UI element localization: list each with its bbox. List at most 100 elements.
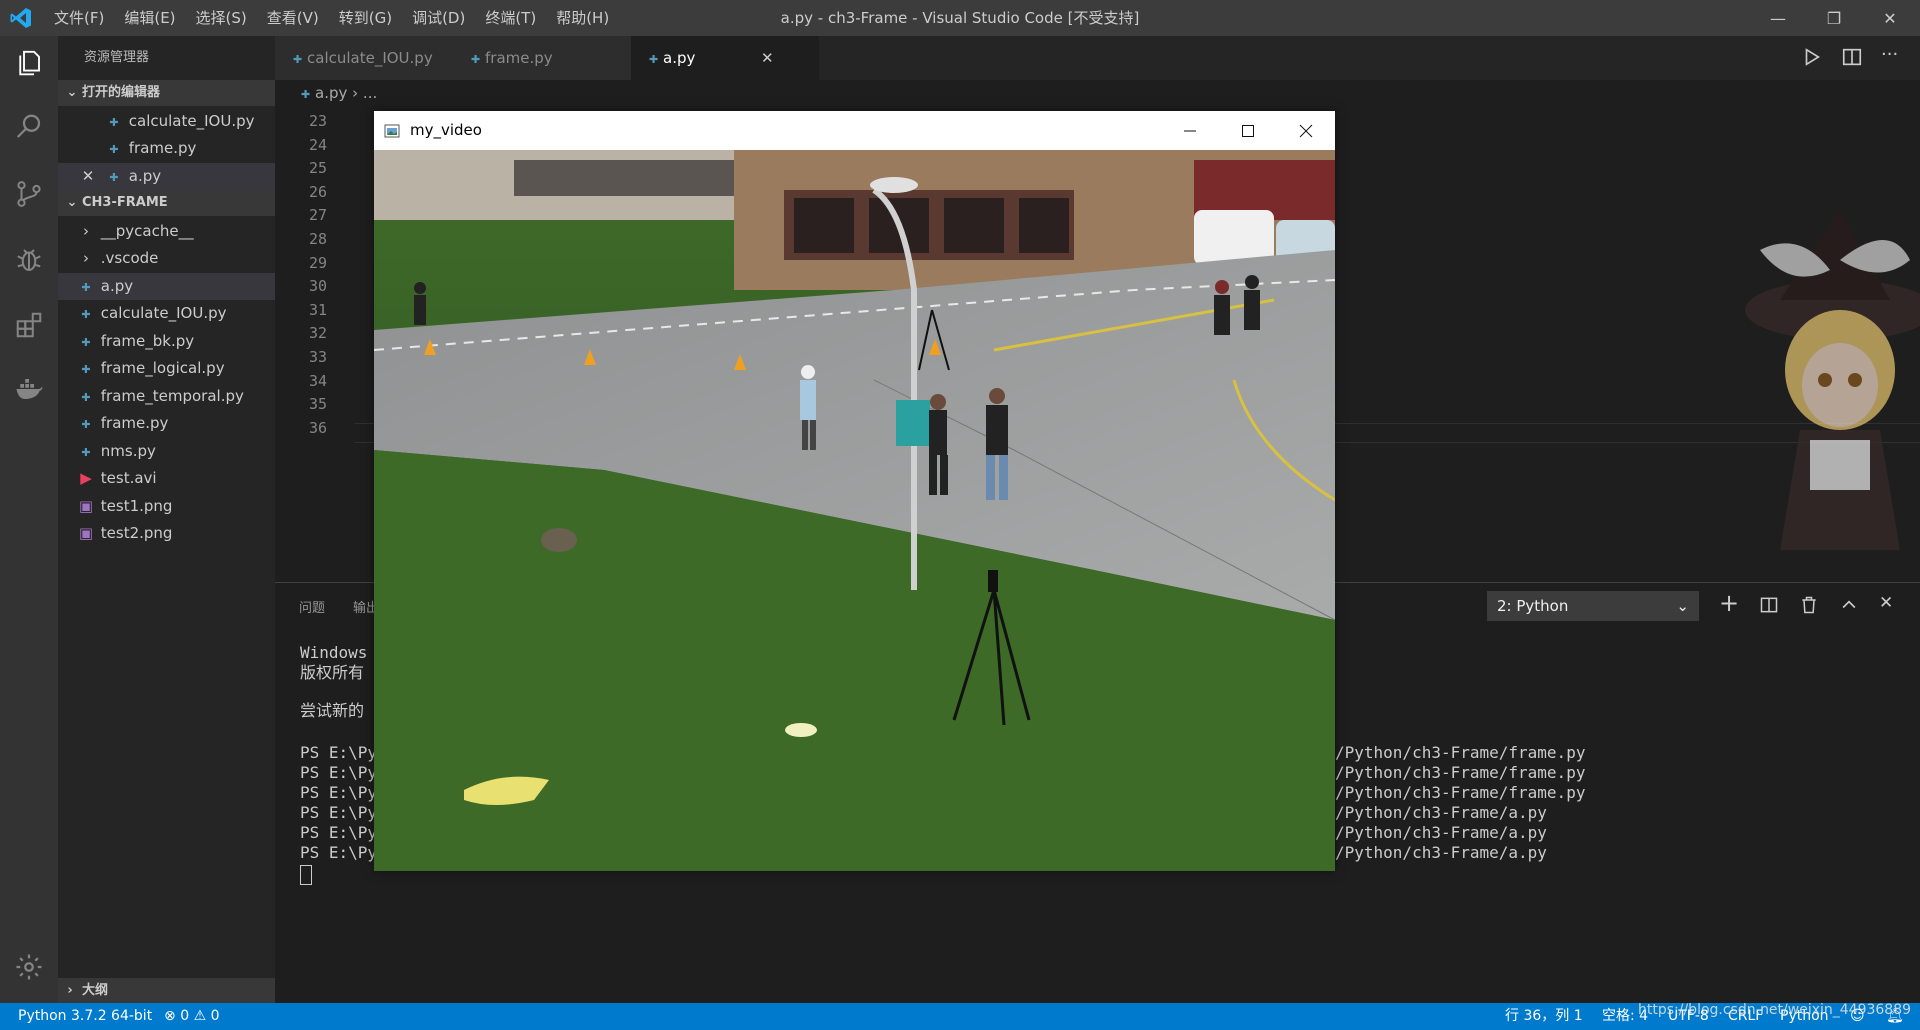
debug-icon[interactable] xyxy=(12,243,46,277)
line-number: 27 xyxy=(308,206,327,224)
python-file-icon: ✚ xyxy=(301,88,311,101)
video-maximize-button[interactable] xyxy=(1219,111,1277,150)
line-number: 34 xyxy=(308,372,327,390)
terminal-line: PS E:\Py xyxy=(300,823,378,842)
search-icon[interactable] xyxy=(12,110,46,144)
close-tab-icon[interactable]: ✕ xyxy=(761,36,774,80)
python-file-icon: ✚ xyxy=(109,116,119,129)
file-item[interactable]: ✚ frame_temporal.py xyxy=(58,383,275,410)
cursor-position[interactable]: 行 36，列 1 xyxy=(1505,1003,1583,1030)
file-item-selected[interactable]: ✚ a.py xyxy=(58,273,275,300)
video-window-title: my_video xyxy=(410,121,482,139)
tab-calculate-iou[interactable]: ✚ calculate_IOU.py xyxy=(275,36,469,80)
terminal-line: /Python/ch3-Frame/frame.py xyxy=(1335,763,1586,782)
extensions-icon[interactable] xyxy=(12,308,46,342)
terminal-line: /Python/ch3-Frame/frame.py xyxy=(1335,783,1586,802)
breadcrumb-symbols[interactable]: ... xyxy=(363,84,377,102)
new-terminal-icon[interactable]: + xyxy=(1719,589,1739,617)
open-editor-item[interactable]: ✚ frame.py xyxy=(58,135,275,162)
file-item[interactable]: ▣ test2.png xyxy=(58,520,275,547)
python-file-icon: ✚ xyxy=(81,336,91,349)
activity-bar xyxy=(0,36,58,1003)
tab-a-py[interactable]: ✚ a.py ✕ xyxy=(631,36,819,80)
menu-help[interactable]: 帮助(H) xyxy=(546,0,619,36)
close-window-button[interactable]: ✕ xyxy=(1862,0,1918,36)
terminal-line: 版权所有 xyxy=(300,663,365,682)
open-editor-item-active[interactable]: ✕ ✚ a.py xyxy=(58,163,275,190)
python-file-icon: ✚ xyxy=(81,446,91,459)
menu-selection[interactable]: 选择(S) xyxy=(186,0,257,36)
editor-tab-bar: ✚ calculate_IOU.py ✚ frame.py ✚ a.py ✕ ·… xyxy=(275,36,1920,80)
file-item[interactable]: ✚ nms.py xyxy=(58,438,275,465)
minimize-button[interactable]: — xyxy=(1750,0,1806,36)
file-item[interactable]: ✚ calculate_IOU.py xyxy=(58,300,275,327)
folder-item[interactable]: › .vscode xyxy=(58,245,275,272)
breadcrumb: ✚ a.py › ... xyxy=(275,80,1920,106)
surveillance-video-frame xyxy=(374,150,1335,871)
menu-bar: 文件(F) 编辑(E) 选择(S) 查看(V) 转到(G) 调试(D) 终端(T… xyxy=(44,0,619,36)
line-number: 28 xyxy=(308,230,327,248)
trash-icon[interactable] xyxy=(1799,595,1819,619)
python-file-icon: ✚ xyxy=(471,53,481,66)
run-icon[interactable] xyxy=(1801,46,1823,72)
chevron-right-icon: › xyxy=(83,222,89,240)
open-editors-header[interactable]: ⌄ 打开的编辑器 xyxy=(58,80,275,106)
video-file-icon: ▶ xyxy=(80,469,92,487)
status-bar: Python 3.7.2 64-bit ⊗ 0 ⚠ 0 行 36，列 1 空格:… xyxy=(0,1003,1920,1030)
terminal-line: /Python/ch3-Frame/frame.py xyxy=(1335,743,1586,762)
menu-view[interactable]: 查看(V) xyxy=(257,0,329,36)
python-interpreter[interactable]: Python 3.7.2 64-bit xyxy=(18,1003,152,1030)
watermark-text: https://blog.csdn.net/weixin_44936889 xyxy=(1638,1002,1912,1018)
docker-icon[interactable] xyxy=(12,372,46,406)
video-window-titlebar[interactable]: my_video xyxy=(374,111,1335,150)
more-actions-icon[interactable]: ··· xyxy=(1881,44,1898,65)
terminal-line: /Python/ch3-Frame/a.py xyxy=(1335,803,1547,822)
tab-problems[interactable]: 问题 xyxy=(299,597,325,616)
outline-header[interactable]: › 大纲 xyxy=(58,978,275,1003)
file-item[interactable]: ✚ frame_logical.py xyxy=(58,355,275,382)
video-minimize-button[interactable] xyxy=(1161,111,1219,150)
menu-debug[interactable]: 调试(D) xyxy=(402,0,475,36)
vscode-logo-icon[interactable] xyxy=(8,6,34,30)
terminal-line: PS E:\Py xyxy=(300,783,378,802)
menu-goto[interactable]: 转到(G) xyxy=(329,0,402,36)
close-panel-icon[interactable]: ✕ xyxy=(1879,593,1893,613)
file-item[interactable]: ▣ test1.png xyxy=(58,493,275,520)
image-file-icon: ▣ xyxy=(78,524,94,542)
folder-item[interactable]: › __pycache__ xyxy=(58,218,275,245)
close-icon[interactable]: ✕ xyxy=(78,163,98,190)
line-number: 32 xyxy=(308,324,327,342)
python-file-icon: ✚ xyxy=(293,53,303,66)
line-number: 25 xyxy=(308,159,327,177)
mascot-background-image xyxy=(1745,210,1920,550)
restore-button[interactable]: ❐ xyxy=(1806,0,1862,36)
split-terminal-icon[interactable] xyxy=(1759,595,1779,619)
terminal-select[interactable]: 2: Python ⌄ xyxy=(1487,591,1699,621)
terminal-line: /Python/ch3-Frame/a.py xyxy=(1335,843,1547,862)
file-item[interactable]: ✚ frame.py xyxy=(58,410,275,437)
terminal-line: PS E:\Py xyxy=(300,763,378,782)
terminal-cursor xyxy=(300,865,312,885)
open-editor-item[interactable]: ✚ calculate_IOU.py xyxy=(58,108,275,135)
explorer-icon[interactable] xyxy=(12,46,46,80)
maximize-panel-icon[interactable] xyxy=(1839,595,1859,619)
file-item[interactable]: ✚ frame_bk.py xyxy=(58,328,275,355)
breadcrumb-file[interactable]: a.py xyxy=(315,84,347,102)
folder-header[interactable]: ⌄ CH3-FRAME xyxy=(58,190,275,216)
video-close-button[interactable] xyxy=(1277,111,1335,150)
tab-frame[interactable]: ✚ frame.py xyxy=(453,36,647,80)
menu-terminal[interactable]: 终端(T) xyxy=(475,0,546,36)
settings-gear-icon[interactable] xyxy=(12,950,46,984)
file-item[interactable]: ▶ test.avi xyxy=(58,465,275,492)
split-editor-icon[interactable] xyxy=(1841,46,1863,72)
source-control-icon[interactable] xyxy=(12,177,46,211)
explorer-sidebar: 资源管理器 ⌄ 打开的编辑器 ✚ calculate_IOU.py ✚ frame… xyxy=(58,36,275,1003)
problems-count[interactable]: ⊗ 0 ⚠ 0 xyxy=(164,1003,220,1030)
chevron-right-icon: › xyxy=(352,84,359,102)
menu-edit[interactable]: 编辑(E) xyxy=(114,0,185,36)
menu-file[interactable]: 文件(F) xyxy=(44,0,114,36)
error-icon: ⊗ xyxy=(164,1008,176,1024)
line-number: 35 xyxy=(308,395,327,413)
video-window[interactable]: my_video xyxy=(374,111,1335,871)
terminal-line: 尝试新的 xyxy=(300,701,365,720)
